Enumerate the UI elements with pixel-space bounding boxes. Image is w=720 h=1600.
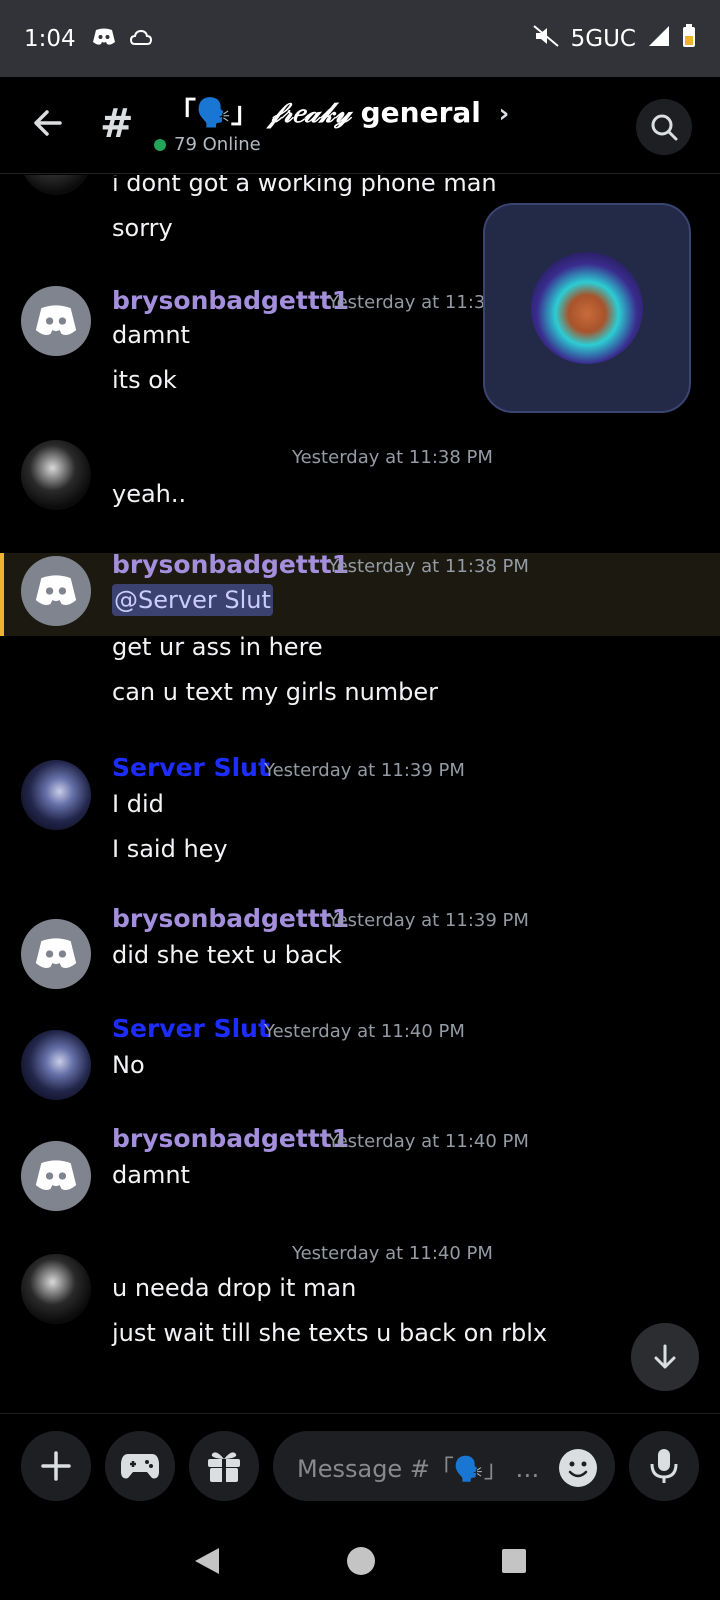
search-button[interactable]	[636, 99, 692, 155]
system-nav-bar	[0, 1525, 720, 1600]
channel-styled-name: 𝒻𝓇𝑒𝒶𝓀𝓎	[268, 96, 351, 129]
avatar[interactable]	[21, 760, 91, 830]
avatar[interactable]	[21, 919, 91, 989]
scroll-to-bottom-button[interactable]	[631, 1323, 699, 1391]
triangle-back-icon	[194, 1547, 219, 1574]
emoji-button[interactable]	[559, 1449, 597, 1487]
author-name[interactable]: brysonbadgettt1	[112, 904, 349, 933]
circle-home-icon	[346, 1546, 375, 1575]
message-line: did she text u back	[112, 941, 342, 969]
message-line: its ok	[112, 366, 177, 394]
mute-icon	[533, 24, 559, 53]
author-name[interactable]: brysonbadgettt1	[112, 550, 349, 579]
chevron-right-icon: ›	[498, 99, 510, 129]
voice-message-button[interactable]	[629, 1431, 699, 1501]
plus-icon	[41, 1451, 71, 1481]
gift-icon	[208, 1452, 240, 1482]
online-label: 79 Online	[174, 134, 261, 155]
discord-icon	[35, 938, 77, 969]
message-line: No	[112, 1051, 145, 1079]
cloud-icon	[129, 27, 152, 51]
search-icon	[651, 114, 678, 141]
back-button[interactable]	[30, 105, 70, 145]
add-button[interactable]	[21, 1431, 91, 1501]
nav-back-button[interactable]	[193, 1546, 221, 1580]
avatar[interactable]	[21, 175, 91, 195]
discord-icon	[35, 1160, 77, 1191]
status-time: 1:04	[24, 25, 76, 52]
channel-name: general	[360, 96, 481, 129]
timestamp: Yesterday at 11:40 PM	[264, 1021, 465, 1042]
timestamp: Yesterday at 11:40 PM	[292, 1243, 493, 1264]
avatar[interactable]	[21, 1030, 91, 1100]
message-line: @Server Slut	[112, 584, 273, 616]
author-name[interactable]: brysonbadgettt1	[112, 1124, 349, 1153]
message-line: sorry	[112, 214, 173, 242]
channel-header: # 「🗣️」 𝒻𝓇𝑒𝒶𝓀𝓎 general › 79 Online	[0, 77, 720, 174]
timestamp: Yesterday at 11:38 PM	[328, 556, 529, 577]
user-mention[interactable]: @Server Slut	[112, 584, 273, 616]
discord-icon	[35, 575, 77, 606]
message-line: u needa drop it man	[112, 1274, 357, 1302]
message-placeholder: Message #「🗣️」 …	[297, 1454, 540, 1483]
voice-pip-overlay[interactable]	[483, 203, 691, 413]
author-name[interactable]: Server Slut	[112, 1014, 270, 1043]
timestamp: Yesterday at 11:40 PM	[328, 1131, 529, 1152]
discord-icon	[92, 27, 116, 51]
signal-icon	[648, 25, 670, 53]
gamepad-icon	[121, 1454, 159, 1479]
timestamp: Yesterday at 11:39 PM	[264, 760, 465, 781]
nav-home-button[interactable]	[346, 1546, 376, 1580]
square-recents-icon	[502, 1548, 527, 1573]
arrow-down-icon	[654, 1344, 676, 1369]
emoji-icon	[568, 1461, 588, 1478]
avatar[interactable]	[21, 286, 91, 356]
arrow-left-icon	[34, 110, 62, 136]
nav-recents-button[interactable]	[501, 1548, 527, 1578]
timestamp: Yesterday at 11:39 PM	[328, 910, 529, 931]
avatar[interactable]	[21, 440, 91, 510]
avatar[interactable]	[21, 1254, 91, 1324]
message-line: i dont got a working phone man	[112, 175, 497, 197]
microphone-icon	[650, 1449, 678, 1483]
avatar[interactable]	[21, 1141, 91, 1211]
message-composer: Message #「🗣️」 …	[0, 1413, 720, 1525]
battery-icon	[682, 23, 696, 54]
message-line: yeah..	[112, 480, 187, 508]
network-label: 5GUC	[570, 25, 636, 52]
discord-icon	[35, 305, 77, 336]
message-line: I did	[112, 790, 164, 818]
author-name[interactable]: Server Slut	[112, 753, 270, 782]
message-line: damnt	[112, 321, 190, 349]
message-line: get ur ass in here	[112, 633, 323, 661]
status-bar: 1:04 5GUC	[0, 0, 720, 77]
gift-button[interactable]	[189, 1431, 259, 1501]
timestamp: Yesterday at 11:38 PM	[292, 447, 493, 468]
channel-prefix: 「🗣️」	[168, 96, 259, 129]
online-dot-icon	[154, 138, 166, 151]
games-button[interactable]	[105, 1431, 175, 1501]
message-line: can u text my girls number	[112, 678, 439, 706]
message-line: I said hey	[112, 835, 228, 863]
author-name[interactable]: brysonbadgettt1	[112, 286, 349, 315]
message-line: just wait till she texts u back on rblx	[112, 1319, 548, 1347]
mention-indicator	[0, 553, 4, 636]
message-line: damnt	[112, 1161, 190, 1189]
channel-title[interactable]: 「🗣️」 𝒻𝓇𝑒𝒶𝓀𝓎 general ›	[168, 91, 509, 131]
online-count: 79 Online	[154, 134, 261, 155]
hash-icon: #	[100, 101, 134, 147]
avatar[interactable]	[21, 556, 91, 626]
pip-avatar	[531, 252, 643, 364]
